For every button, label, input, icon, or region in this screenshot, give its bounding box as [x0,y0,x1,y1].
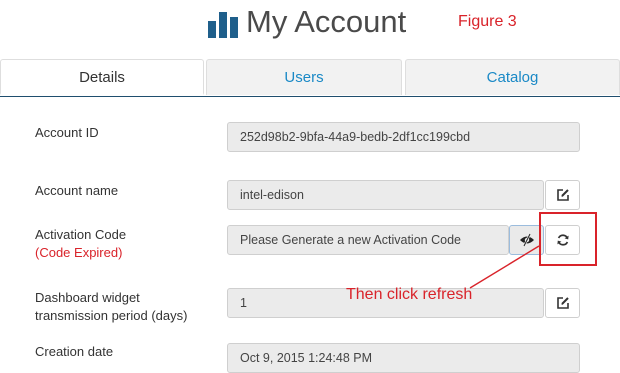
annotation-text: Then click refresh [346,286,473,303]
annotation-arrow [469,245,540,289]
